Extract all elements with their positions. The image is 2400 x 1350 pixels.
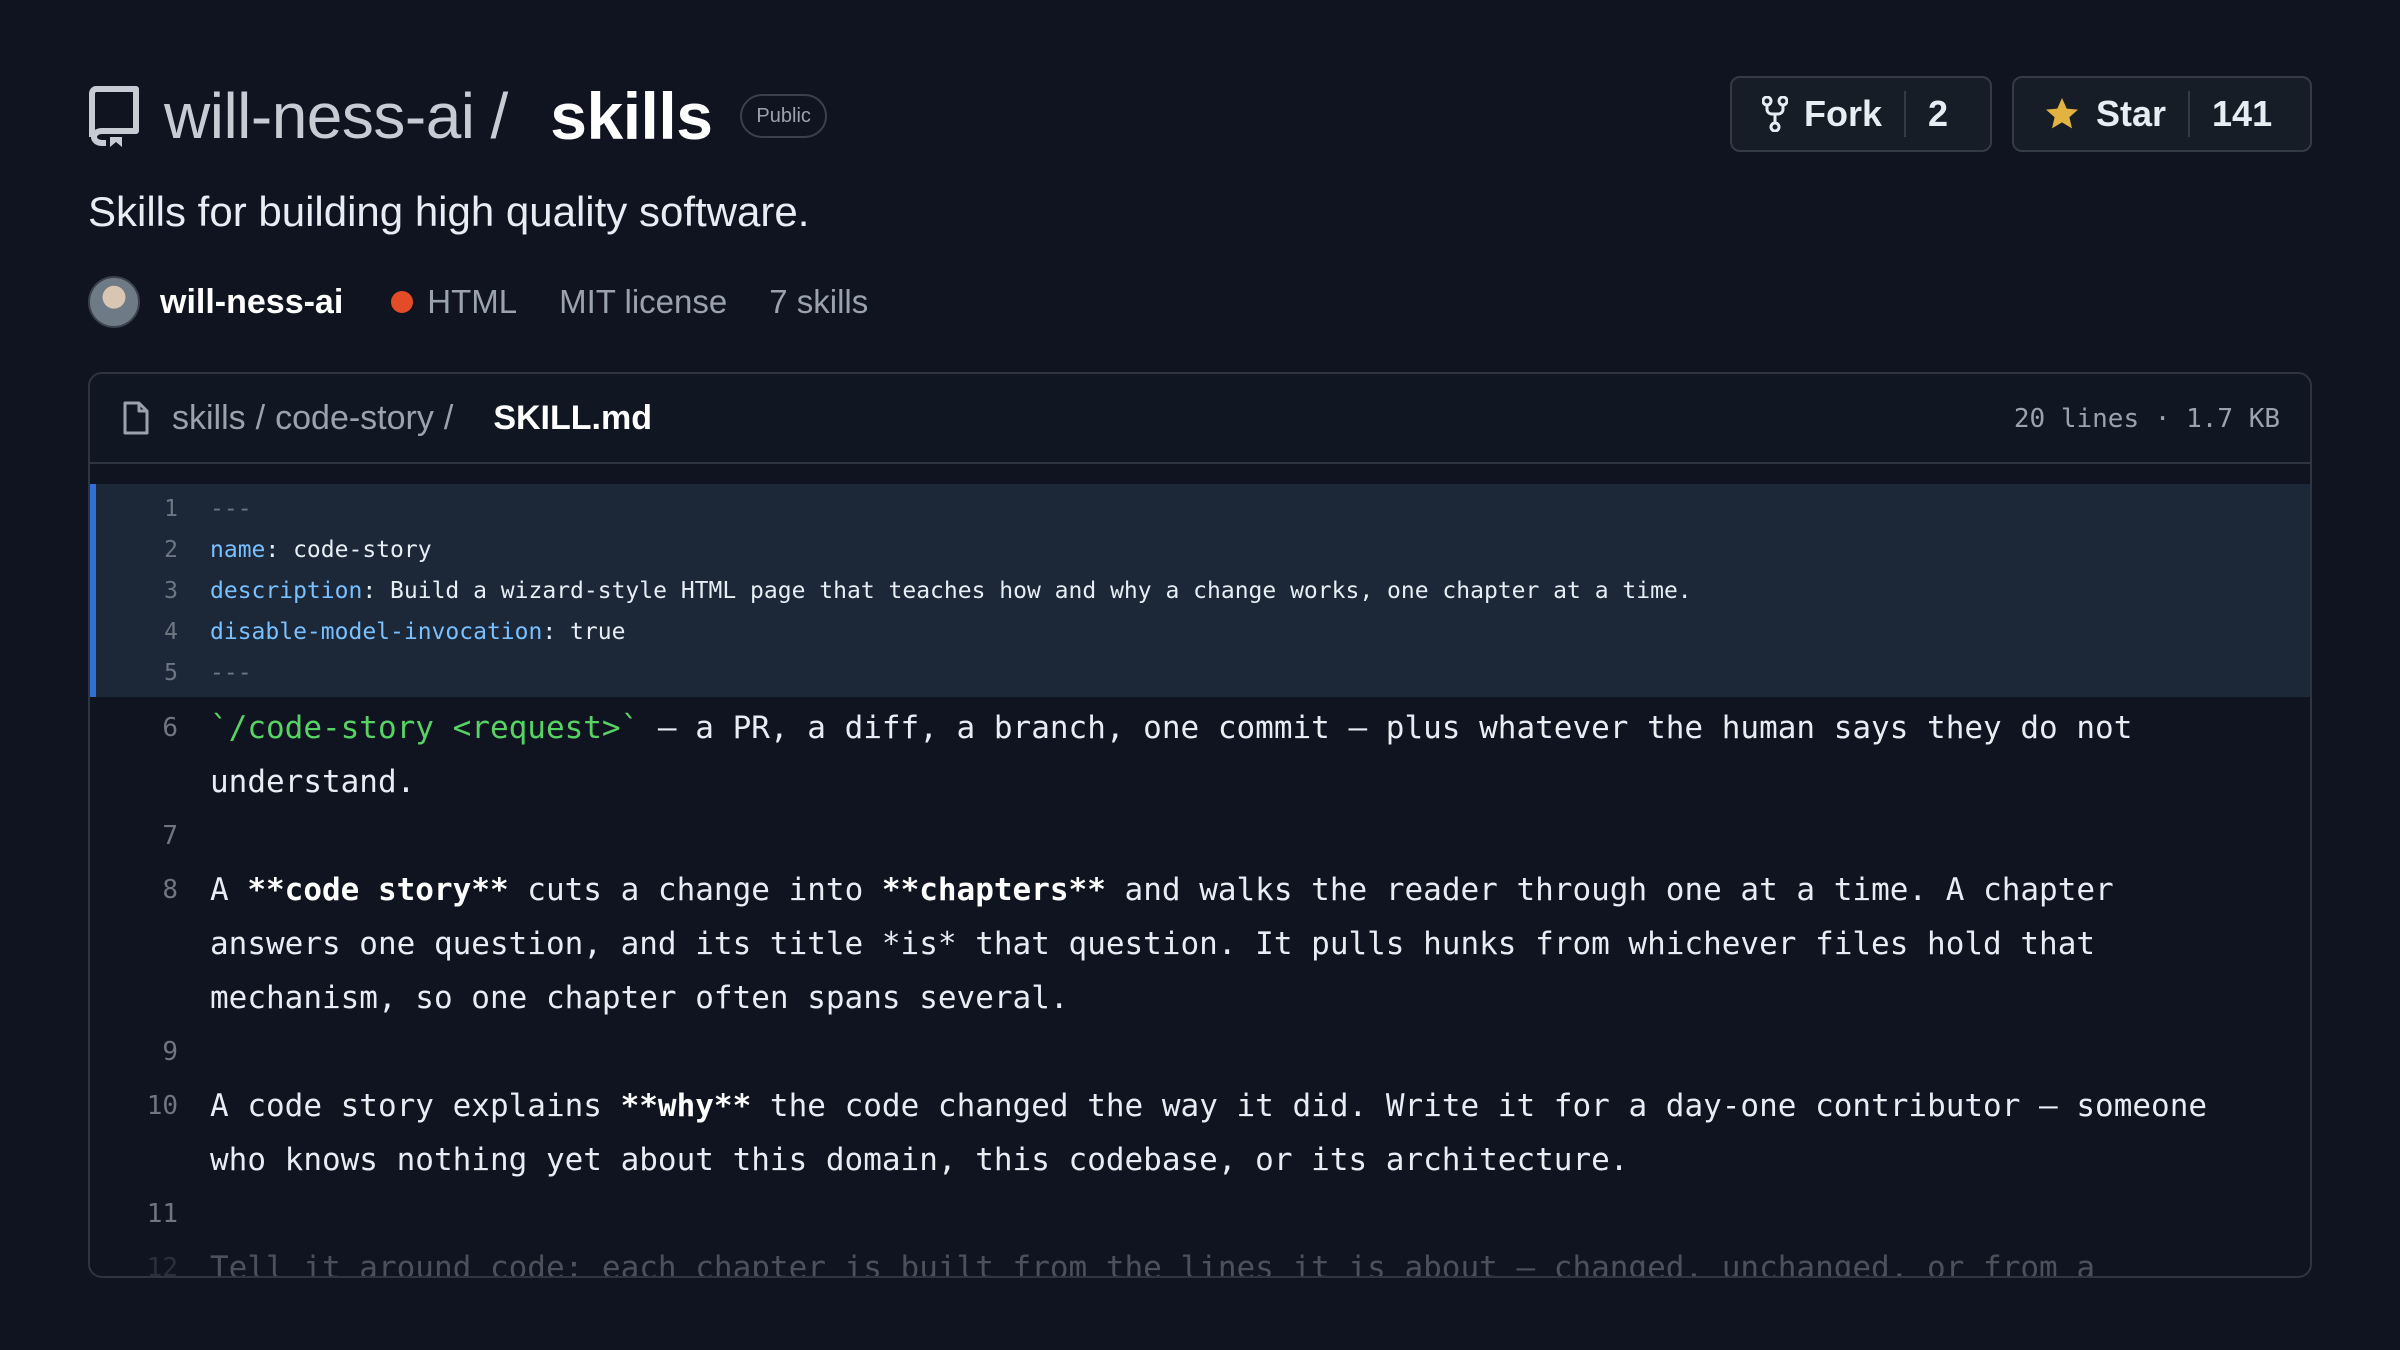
repo-description: Skills for building high quality softwar…: [88, 188, 810, 235]
code-line-4: 4 disable-model-invocation: true: [96, 611, 2310, 652]
meta-owner-link[interactable]: will-ness-ai: [160, 283, 343, 322]
line-number[interactable]: 12: [90, 1241, 178, 1276]
code-line-11: 11: [90, 1187, 2310, 1241]
inline-code: `/code-story <request>`: [210, 710, 640, 746]
line-number[interactable]: 5: [96, 660, 178, 686]
breadcrumb-root[interactable]: skills: [172, 399, 246, 438]
line-number[interactable]: 2: [96, 537, 178, 563]
fork-button[interactable]: Fork 2: [1730, 76, 1992, 152]
line-text: A code story explains **why** the code c…: [210, 1079, 2250, 1187]
line-text: ---: [210, 659, 252, 686]
code-line-5: 5 ---: [96, 652, 2310, 693]
repo-header: will-ness-ai / skills Public Fork 2 Star…: [88, 76, 2312, 156]
code-line-1: 1 ---: [96, 488, 2310, 529]
code-line-8: 8 A **code story** cuts a change into **…: [90, 863, 2310, 1025]
code-view: 1 --- 2 name: code-story 3 description: …: [90, 484, 2310, 1278]
line-text: [210, 809, 2250, 863]
line-number[interactable]: 8: [90, 863, 178, 1025]
repo-meta: will-ness-ai HTML MIT license 7 skills: [88, 274, 910, 330]
bold-run: **chapters**: [881, 872, 1106, 908]
code-line-12: 12 Tell it around code: each chapter is …: [90, 1241, 2310, 1278]
meta-license[interactable]: MIT license: [559, 283, 727, 321]
bold-run: **code story**: [247, 872, 509, 908]
line-number[interactable]: 3: [96, 578, 178, 604]
yaml-key: description: [210, 577, 363, 604]
frontmatter-block: 1 --- 2 name: code-story 3 description: …: [90, 484, 2310, 697]
meta-skills-count[interactable]: 7 skills: [769, 283, 868, 321]
body-lines: 6 `/code-story <request>` — a PR, a diff…: [90, 697, 2310, 1278]
owner-avatar[interactable]: [88, 276, 140, 328]
yaml-value: : Build a wizard-style HTML page that te…: [362, 577, 1692, 604]
repo-owner-link[interactable]: will-ness-ai: [164, 79, 475, 153]
meta-language[interactable]: HTML: [427, 283, 517, 321]
star-count[interactable]: 141: [2190, 78, 2302, 150]
line-text: Tell it around code: each chapter is bui…: [210, 1250, 2096, 1278]
breadcrumb-sep-1: /: [255, 398, 266, 437]
star-icon: [2044, 96, 2080, 132]
file-icon: [122, 400, 152, 436]
fork-icon: [1762, 96, 1788, 132]
fork-label-part: Fork: [1732, 78, 1904, 150]
repo-page: will-ness-ai / skills Public Fork 2 Star…: [88, 0, 2312, 1350]
star-label-part: Star: [2014, 78, 2188, 150]
code-line-9: 9: [90, 1025, 2310, 1079]
line-text: name: code-story: [210, 537, 432, 563]
line-text: disable-model-invocation: true: [210, 619, 625, 645]
fork-label: Fork: [1804, 93, 1883, 134]
line-number[interactable]: 11: [90, 1187, 178, 1241]
code-line-2: 2 name: code-story: [96, 529, 2310, 570]
line-text: `/code-story <request>` — a PR, a diff, …: [210, 701, 2250, 809]
star-label: Star: [2096, 93, 2167, 134]
line-number[interactable]: 9: [90, 1025, 178, 1079]
yaml-value: : code-story: [265, 536, 432, 563]
code-line-3: 3 description: Build a wizard-style HTML…: [96, 570, 2310, 611]
star-button[interactable]: Star 141: [2012, 76, 2312, 152]
yaml-key: disable-model-invocation: [210, 618, 543, 645]
visibility-badge: Public: [740, 94, 827, 138]
code-line-10: 10 A code story explains **why** the cod…: [90, 1079, 2310, 1187]
repo-slash: /: [490, 80, 509, 152]
repo-title: will-ness-ai / skills Public: [88, 76, 827, 156]
breadcrumb-file: SKILL.md: [493, 398, 652, 437]
code-line-7: 7: [90, 809, 2310, 863]
breadcrumb-dir[interactable]: code-story: [275, 399, 434, 438]
yaml-value: : true: [542, 618, 626, 645]
line-number[interactable]: 1: [96, 496, 178, 522]
file-panel: skills / code-story / SKILL.md 20 lines …: [88, 372, 2312, 1278]
language-dot: [391, 291, 414, 313]
line-number[interactable]: 6: [90, 701, 178, 809]
file-header: skills / code-story / SKILL.md 20 lines …: [90, 374, 2310, 464]
line-text: A **code story** cuts a change into **ch…: [210, 863, 2250, 1025]
line-text: description: Build a wizard-style HTML p…: [210, 578, 1692, 604]
bold-run: **why**: [620, 1088, 752, 1124]
repo-icon: [88, 85, 142, 147]
text-run: cuts a change into: [508, 872, 882, 908]
repo-name-link[interactable]: skills: [550, 78, 713, 154]
fork-count[interactable]: 2: [1906, 78, 1978, 150]
line-number[interactable]: 7: [90, 809, 178, 863]
line-text: [210, 1187, 2250, 1241]
yaml-key: name: [210, 536, 266, 563]
line-number[interactable]: 4: [96, 619, 178, 645]
breadcrumb-sep-2: /: [443, 398, 454, 437]
text-run: A: [210, 872, 248, 908]
line-text: ---: [210, 495, 252, 522]
header-buttons: Fork 2 Star 141: [1730, 76, 2312, 152]
line-number[interactable]: 10: [90, 1079, 178, 1187]
line-text: [210, 1025, 2250, 1079]
file-stats: 20 lines · 1.7 KB: [2013, 404, 2280, 434]
text-run: A code story explains: [210, 1088, 621, 1124]
code-line-6: 6 `/code-story <request>` — a PR, a diff…: [90, 701, 2310, 809]
